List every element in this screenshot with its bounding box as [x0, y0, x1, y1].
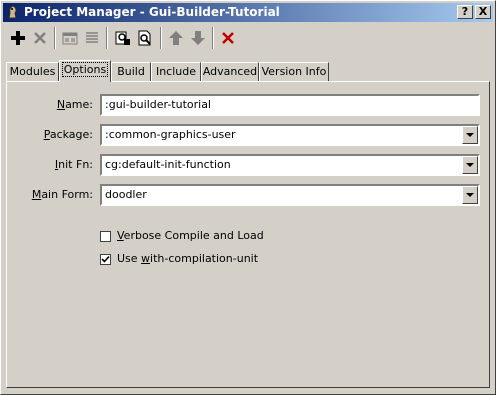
- chevron-down-icon[interactable]: [462, 186, 478, 204]
- tab-version-info[interactable]: Version Info: [259, 62, 329, 81]
- init-fn-value: cg:default-init-function: [105, 158, 231, 171]
- toolbar-separator: [212, 27, 214, 49]
- delete-button[interactable]: [217, 27, 239, 49]
- toolbar-separator: [106, 27, 108, 49]
- chevron-down-icon[interactable]: [462, 156, 478, 174]
- checkmark-icon: [101, 255, 110, 263]
- with-compilation-label[interactable]: Use with-compilation-unit: [117, 252, 258, 265]
- main-form-value: doodler: [105, 188, 147, 201]
- remove-icon: [34, 32, 46, 44]
- toolbar-separator: [54, 27, 56, 49]
- chevron-down-icon[interactable]: [462, 126, 478, 144]
- project-manager-window: Project Manager - Gui-Builder-Tutorial ?…: [0, 0, 496, 395]
- options-panel: Name: :gui-builder-tutorial Package: :co…: [6, 81, 490, 388]
- package-label: Package:: [43, 128, 93, 141]
- move-up-icon: [169, 31, 183, 45]
- move-up-button[interactable]: [165, 27, 187, 49]
- main-form-combo[interactable]: doodler: [100, 184, 480, 206]
- search-file-button[interactable]: [134, 27, 156, 49]
- with-compilation-checkbox[interactable]: [100, 254, 111, 265]
- main-form-label: Main Form:: [31, 188, 93, 201]
- window-title: Project Manager - Gui-Builder-Tutorial: [24, 5, 280, 19]
- tab-build[interactable]: Build: [111, 62, 151, 81]
- view-icon: [62, 32, 78, 45]
- tab-options[interactable]: Options: [59, 60, 111, 82]
- search-file-icon: [138, 30, 151, 46]
- remove-button[interactable]: [29, 27, 51, 49]
- add-icon: [11, 31, 25, 45]
- app-icon: [8, 5, 17, 19]
- close-button[interactable]: X: [475, 5, 491, 19]
- list-icon: [86, 32, 98, 43]
- move-down-button[interactable]: [187, 27, 209, 49]
- delete-icon: [222, 32, 234, 44]
- toolbar-separator: [160, 27, 162, 49]
- toolbar: [3, 24, 493, 52]
- package-value: :common-graphics-user: [105, 128, 236, 141]
- help-button[interactable]: ?: [457, 5, 473, 19]
- init-fn-combo[interactable]: cg:default-init-function: [100, 154, 480, 176]
- list-button[interactable]: [81, 27, 103, 49]
- add-button[interactable]: [7, 27, 29, 49]
- init-fn-label: Init Fn:: [54, 158, 93, 171]
- tab-label: Modules: [9, 65, 56, 78]
- name-label: Name:: [56, 98, 93, 111]
- tab-label: Version Info: [261, 65, 327, 78]
- tab-label: Options: [61, 62, 109, 77]
- tab-modules[interactable]: Modules: [6, 62, 59, 81]
- tab-label: Build: [117, 65, 145, 78]
- move-down-icon: [191, 31, 205, 45]
- package-combo[interactable]: :common-graphics-user: [100, 124, 480, 146]
- tab-include[interactable]: Include: [151, 62, 201, 81]
- title-bar: Project Manager - Gui-Builder-Tutorial ?…: [3, 3, 493, 22]
- find-button[interactable]: [112, 27, 134, 49]
- verbose-checkbox[interactable]: [100, 231, 111, 242]
- find-icon: [115, 31, 130, 45]
- tab-label: Include: [155, 65, 197, 78]
- name-field[interactable]: :gui-builder-tutorial: [100, 94, 480, 116]
- tab-label: Advanced: [202, 65, 258, 78]
- view-button[interactable]: [59, 27, 81, 49]
- name-value: :gui-builder-tutorial: [105, 98, 211, 111]
- tab-advanced[interactable]: Advanced: [201, 62, 259, 81]
- verbose-label[interactable]: Verbose Compile and Load: [117, 229, 264, 242]
